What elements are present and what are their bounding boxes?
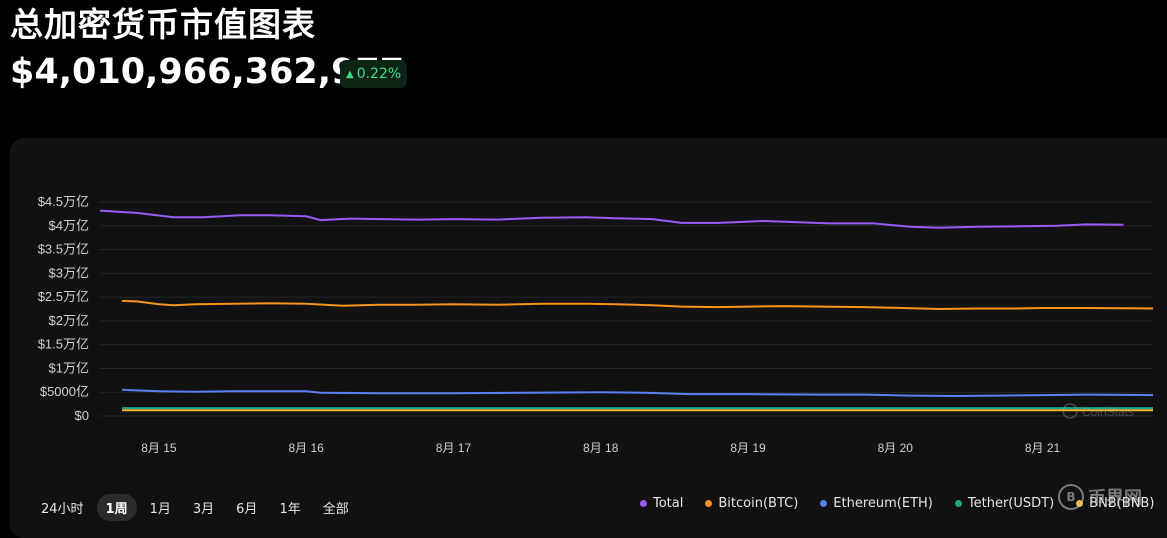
y-tick-label: $3.5万亿 [38, 242, 89, 257]
legend-dot-usdt [954, 500, 962, 507]
legend-label-usdt: Tether(USDT) [967, 496, 1055, 511]
legend-dot-total [640, 500, 647, 507]
series-line-total [99, 209, 1124, 229]
x-tick-label: 8月 18 [583, 441, 619, 455]
site-watermark-text: 币界网 [1088, 488, 1142, 509]
range-1w[interactable]: 1周 [96, 494, 137, 521]
time-range-selector: 24小时 1周 1月 3月 6月 1年 全部 [32, 494, 358, 521]
range-6m[interactable]: 6月 [227, 494, 266, 521]
market-cap-line-chart[interactable]: $0 $5000亿 $1万亿 $1.5万亿 $2万亿 $2.5万亿 $3万亿 $3.5万亿 $4… [0, 0, 1167, 521]
series-line-bitcoin-btc [122, 299, 1154, 310]
y-axis-ticks: $0 $5000亿 $1万亿 $1.5万亿 $2万亿 $2.5万亿 $3万亿 $3.5万亿 $4… [38, 194, 89, 423]
x-tick-label: 8月 19 [730, 441, 766, 455]
y-tick-label: $4.5万亿 [38, 194, 89, 209]
y-tick-label: $1万亿 [49, 360, 89, 375]
coinstats-watermark: CoinStats [1062, 403, 1134, 419]
legend-label-btc: Bitcoin(BTC) [718, 496, 799, 511]
x-tick-label: 8月 17 [436, 441, 472, 455]
y-tick-label: $1.5万亿 [38, 337, 89, 352]
y-tick-label: $2.5万亿 [38, 289, 89, 304]
series-line-ethereum-eth [122, 388, 1154, 397]
legend-item-btc[interactable]: Bitcoin(BTC) [705, 496, 798, 511]
site-watermark: B 币界网 [1058, 484, 1142, 510]
coinstats-watermark-text: CoinStats [1082, 405, 1134, 419]
range-all[interactable]: 全部 [314, 494, 358, 521]
range-1m[interactable]: 1月 [141, 494, 180, 521]
x-tick-label: 8月 15 [141, 441, 177, 455]
x-tick-label: 8月 20 [878, 441, 914, 455]
x-tick-label: 8月 21 [1025, 441, 1061, 455]
y-tick-label: $3万亿 [49, 265, 89, 280]
x-tick-label: 8月 16 [289, 441, 325, 455]
range-1y[interactable]: 1年 [270, 494, 309, 521]
y-tick-label: $2万亿 [49, 313, 89, 328]
legend-item-total[interactable]: Total [640, 496, 683, 511]
legend-item-eth[interactable]: Ethereum(ETH) [820, 496, 933, 511]
range-24h[interactable]: 24小时 [32, 494, 93, 521]
x-axis-ticks: 8月 15 8月 16 8月 17 8月 18 8月 19 8月 20 8月 21 [141, 441, 1060, 455]
legend-label-total: Total [653, 496, 684, 511]
legend-dot-eth [820, 500, 828, 507]
series-lines [99, 209, 1154, 412]
legend-dot-btc [705, 500, 713, 507]
y-tick-label: $0 [75, 408, 89, 423]
site-logo-icon: B [1058, 484, 1084, 510]
y-tick-label: $4万亿 [49, 218, 89, 233]
range-3m[interactable]: 3月 [184, 494, 223, 521]
legend-item-usdt[interactable]: Tether(USDT) [954, 496, 1055, 511]
y-tick-label: $5000亿 [40, 384, 89, 399]
legend-label-eth: Ethereum(ETH) [833, 496, 933, 511]
